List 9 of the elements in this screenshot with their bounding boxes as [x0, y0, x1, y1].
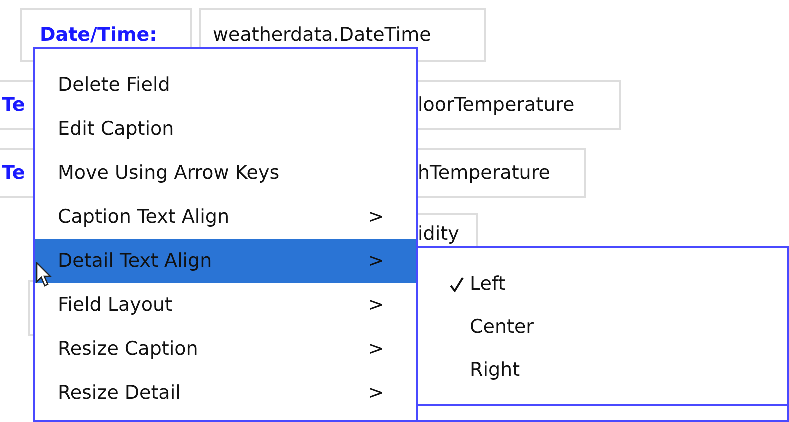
- menu-item[interactable]: Field Layout >: [35, 283, 416, 327]
- menu-item[interactable]: Caption Text Align >: [35, 195, 416, 239]
- submenu-item[interactable]: Right: [418, 349, 520, 392]
- menu-item[interactable]: Resize Detail >: [35, 371, 416, 415]
- submenu-item[interactable]: Left: [418, 263, 506, 306]
- menu-item[interactable]: Resize Caption >: [35, 327, 416, 371]
- menu-item[interactable]: Detail Text Align >: [35, 239, 416, 283]
- cursor-icon: [36, 262, 52, 288]
- submenu-item[interactable]: Center: [418, 306, 534, 349]
